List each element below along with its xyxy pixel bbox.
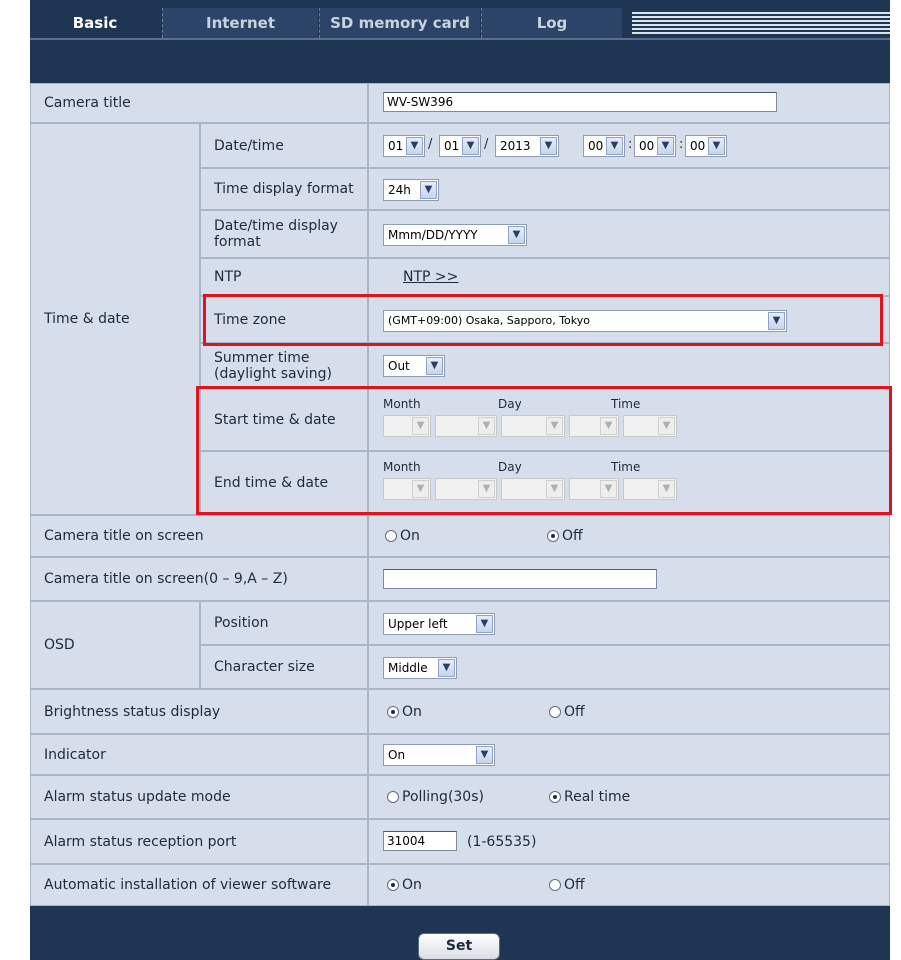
tab-basic[interactable]: Basic [30,8,160,38]
title-on-screen-text-label: Camera title on screen(0 – 9,A – Z) [30,557,368,601]
camera-title-cell [368,83,890,123]
time-display-format-select[interactable]: 24h ▼ [383,179,439,201]
indicator-cell: On ▼ [368,734,890,775]
brightness-off-radio[interactable]: Off [549,704,585,720]
chevron-down-icon: ▼ [438,659,455,677]
tab-separator [30,38,890,40]
osd-label: OSD [30,601,200,689]
alarm-port-cell: (1-65535) [368,819,890,864]
radio-icon [387,791,399,803]
datetime-label: Date/time [200,123,368,168]
datetime-display-format-select[interactable]: Mmm/DD/YYYY ▼ [383,224,527,246]
title-on-screen-label: Camera title on screen [30,515,368,557]
radio-icon [547,530,559,542]
alarm-port-label: Alarm status reception port [30,819,368,864]
summer-time-select[interactable]: Out ▼ [383,355,445,377]
chevron-down-icon: ▼ [426,357,443,375]
title-on-screen-cell: On Off [368,515,890,557]
time-display-format-label: Time display format [200,168,368,210]
alarm-port-range: (1-65535) [467,834,537,850]
second-select[interactable]: 00 ▼ [685,135,727,157]
camera-title-input[interactable] [383,92,777,112]
time-zone-highlight [203,294,883,346]
datetime-cell: 01 ▼ / 01 ▼ / 2013 ▼ 00 ▼ : 00 ▼ : 00 ▼ [368,123,890,168]
radio-icon [549,879,561,891]
osd-position-cell: Upper left ▼ [368,601,890,645]
tab-bar-decoration [632,12,890,36]
auto-install-cell: On Off [368,864,890,906]
time-date-label: Time & date [30,123,200,515]
set-button[interactable]: Set [418,933,500,960]
time-display-format-cell: 24h ▼ [368,168,890,210]
tab-log[interactable]: Log [481,8,622,38]
alarm-mode-cell: Polling(30s) Real time [368,775,890,819]
day-select[interactable]: 01 ▼ [439,135,481,157]
osd-position-select[interactable]: Upper left ▼ [383,613,495,635]
hour-select[interactable]: 00 ▼ [583,135,625,157]
chevron-down-icon: ▼ [708,137,725,155]
settings-frame: Basic Internet SD memory card Log Camera… [30,0,892,960]
osd-character-size-label: Character size [200,645,368,689]
radio-icon [387,879,399,891]
ntp-cell: NTP >> [368,258,890,296]
alarm-port-input[interactable] [383,831,457,851]
chevron-down-icon: ▼ [540,137,557,155]
brightness-on-radio[interactable]: On [387,704,422,720]
minute-select[interactable]: 00 ▼ [634,135,676,157]
chevron-down-icon: ▼ [420,181,437,199]
year-select[interactable]: 2013 ▼ [495,135,559,157]
start-end-highlight [196,386,892,515]
tab-internet[interactable]: Internet [162,8,318,38]
chevron-down-icon: ▼ [508,226,525,244]
indicator-label: Indicator [30,734,368,775]
indicator-select[interactable]: On ▼ [383,744,495,766]
chevron-down-icon: ▼ [657,137,674,155]
radio-icon [549,706,561,718]
datetime-display-format-cell: Mmm/DD/YYYY ▼ [368,210,890,258]
brightness-cell: On Off [368,689,890,734]
osd-character-size-select[interactable]: Middle ▼ [383,657,457,679]
auto-install-label: Automatic installation of viewer softwar… [30,864,368,906]
summer-time-cell: Out ▼ [368,343,890,388]
alarm-polling-radio[interactable]: Polling(30s) [387,789,484,805]
title-on-screen-off-radio[interactable]: Off [547,528,583,544]
alarm-mode-label: Alarm status update mode [30,775,368,819]
tab-bar: Basic Internet SD memory card Log [30,0,890,38]
alarm-realtime-radio[interactable]: Real time [549,789,630,805]
summer-time-label: Summer time (daylight saving) [200,343,368,388]
title-on-screen-text-cell [368,557,890,601]
camera-title-label: Camera title [30,83,368,123]
datetime-display-format-label: Date/time display format [200,210,368,258]
auto-install-on-radio[interactable]: On [387,877,422,893]
radio-icon [549,791,561,803]
ntp-label: NTP [200,258,368,296]
chevron-down-icon: ▼ [606,137,623,155]
month-select[interactable]: 01 ▼ [383,135,425,157]
tab-sd-memory-card[interactable]: SD memory card [319,8,480,38]
title-on-screen-on-radio[interactable]: On [385,528,420,544]
ntp-link[interactable]: NTP >> [403,269,458,285]
radio-icon [385,530,397,542]
chevron-down-icon: ▼ [406,137,423,155]
osd-character-size-cell: Middle ▼ [368,645,890,689]
chevron-down-icon: ▼ [476,746,493,764]
osd-position-label: Position [200,601,368,645]
chevron-down-icon: ▼ [476,615,493,633]
auto-install-off-radio[interactable]: Off [549,877,585,893]
title-on-screen-text-input[interactable] [383,569,657,589]
chevron-down-icon: ▼ [462,137,479,155]
brightness-label: Brightness status display [30,689,368,734]
radio-icon [387,706,399,718]
